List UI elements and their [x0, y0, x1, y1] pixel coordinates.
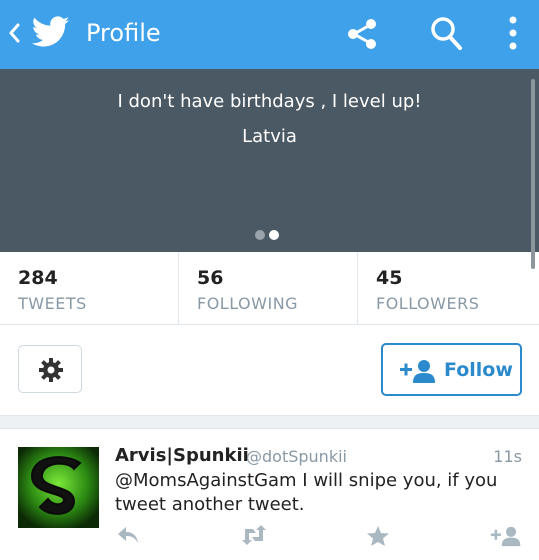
stat-label: TWEETS — [18, 294, 87, 313]
tweet-text-line-2: tweet another tweet. — [115, 494, 305, 515]
top-app-bar: Profile — [0, 0, 539, 69]
follow-user-icon[interactable] — [490, 525, 522, 551]
share-icon[interactable] — [346, 17, 378, 55]
stat-value: 284 — [18, 267, 58, 289]
reply-icon[interactable] — [116, 525, 140, 549]
section-divider — [0, 416, 539, 429]
page-dot-2-active — [269, 230, 279, 240]
retweet-icon[interactable] — [240, 525, 268, 549]
gear-icon — [39, 358, 63, 382]
page-title: Profile — [86, 19, 161, 47]
avatar[interactable] — [18, 447, 99, 532]
stat-label: FOLLOWERS — [376, 294, 480, 313]
twitter-bird-icon[interactable] — [31, 16, 70, 52]
stat-following[interactable]: 56 FOLLOWING — [179, 252, 358, 324]
tweet-timestamp: 11s — [493, 447, 522, 466]
profile-banner[interactable]: I don't have birthdays , I level up! Lat… — [0, 69, 539, 269]
tweet-actions — [0, 525, 539, 555]
tweet-author-handle[interactable]: @dotSpunkii — [246, 446, 347, 468]
settings-button[interactable] — [18, 345, 82, 393]
follow-label: Follow — [444, 359, 513, 381]
banner-page-indicator — [255, 225, 283, 244]
stat-label: FOLLOWING — [197, 294, 299, 313]
tweet-text: @MomsAgainstGam I will snipe you, if you… — [115, 469, 525, 517]
stat-value: 45 — [376, 267, 403, 289]
search-icon[interactable] — [429, 15, 463, 55]
favorite-star-icon[interactable] — [366, 525, 390, 551]
tweet-author-name[interactable]: Arvis|Spunkii — [115, 444, 249, 468]
profile-bio: I don't have birthdays , I level up! — [117, 91, 422, 112]
page-dot-1 — [255, 230, 265, 240]
tweet-item[interactable]: Arvis|Spunkii @dotSpunkii 11s @MomsAgain… — [0, 429, 539, 560]
stat-tweets[interactable]: 284 TWEETS — [0, 252, 179, 324]
profile-stats: 284 TWEETS 56 FOLLOWING 45 FOLLOWERS — [0, 252, 539, 325]
more-vertical-icon[interactable] — [507, 14, 519, 56]
stat-followers[interactable]: 45 FOLLOWERS — [358, 252, 537, 324]
add-user-icon — [400, 360, 435, 383]
follow-button[interactable]: Follow — [381, 343, 522, 396]
scrollbar[interactable] — [531, 79, 535, 269]
back-chevron-icon[interactable] — [8, 22, 20, 48]
tweet-text-line-1: @MomsAgainstGam I will snipe you, if you — [115, 470, 498, 491]
profile-location: Latvia — [242, 126, 297, 147]
stat-value: 56 — [197, 267, 224, 289]
profile-actions: Follow — [0, 325, 539, 416]
